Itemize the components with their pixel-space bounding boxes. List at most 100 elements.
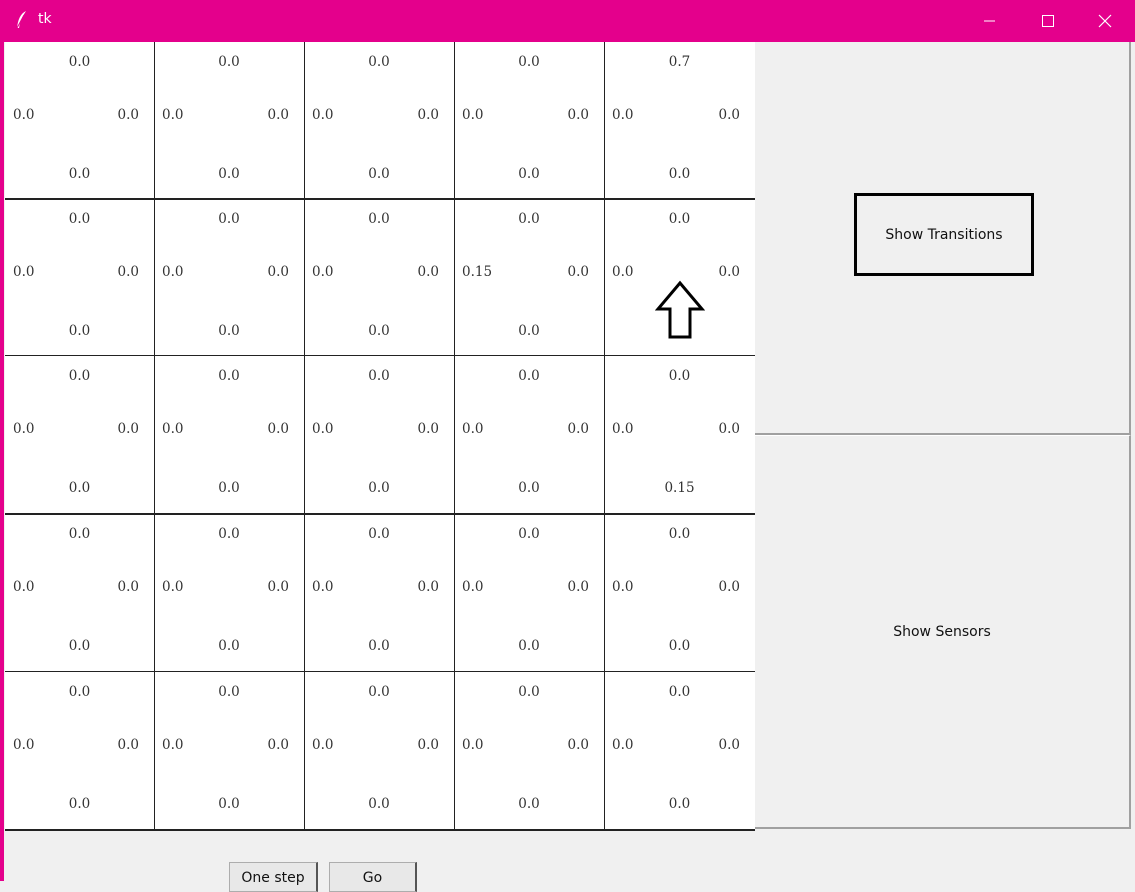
prob-right: 0.0	[718, 421, 740, 437]
prob-right: 0.0	[567, 264, 589, 280]
prob-left: 0.0	[13, 421, 35, 437]
prob-top: 0.0	[68, 211, 91, 227]
prob-top: 0.0	[218, 368, 240, 384]
close-icon	[1098, 14, 1112, 28]
maximize-icon	[1042, 15, 1054, 27]
prob-bottom: 0.15	[664, 480, 695, 496]
control-panel: Show Transitions Show Sensors	[755, 42, 1135, 830]
prob-left: 0.15	[462, 264, 493, 280]
grid-cell: 0.0 0.0 0.0 0.0	[454, 672, 604, 830]
feather-icon	[16, 11, 26, 29]
show-sensors-button[interactable]: Show Sensors	[755, 436, 1129, 827]
prob-left: 0.0	[312, 264, 334, 280]
one-step-button[interactable]: One step	[229, 862, 318, 892]
prob-right: 0.0	[117, 264, 139, 280]
prob-top: 0.0	[218, 54, 240, 70]
maximize-button[interactable]	[1018, 0, 1076, 42]
prob-top: 0.0	[218, 526, 240, 542]
prob-left: 0.0	[612, 264, 634, 280]
prob-right: 0.0	[417, 264, 439, 280]
prob-top: 0.0	[218, 211, 240, 227]
probability-grid: 0.0 0.0 0.0 0.0 0.0 0.0 0.0 0.0 0.0 0.0 0.0 0.0 0.0 0…	[5, 42, 755, 831]
prob-left: 0.0	[162, 579, 184, 595]
prob-top: 0.0	[218, 684, 240, 700]
window-title: tk	[38, 11, 52, 27]
prob-right: 0.0	[718, 107, 740, 123]
prob-right: 0.0	[417, 579, 439, 595]
grid-cell: 0.0 0.0 0.0 0.0	[5, 672, 154, 830]
prob-left: 0.0	[612, 737, 634, 753]
prob-left: 0.0	[13, 579, 35, 595]
grid-cell: 0.0 0.15 0.0 0.0	[454, 199, 604, 356]
grid-cell: 0.7 0.0 0.0 0.0	[604, 42, 755, 199]
prob-right: 0.0	[267, 264, 289, 280]
prob-right: 0.0	[267, 579, 289, 595]
prob-bottom: 0.0	[68, 638, 91, 654]
prob-right: 0.0	[417, 107, 439, 123]
prob-left: 0.0	[13, 737, 35, 753]
grid-cell: 0.0 0.0 0.0 0.0	[454, 356, 604, 514]
prob-top: 0.0	[368, 211, 390, 227]
grid-hline	[5, 198, 755, 200]
prob-left: 0.0	[612, 579, 634, 595]
prob-bottom: 0.0	[68, 796, 91, 812]
grid-cell: 0.0 0.0 0.0 0.0	[604, 514, 755, 672]
prob-top: 0.0	[68, 684, 91, 700]
prob-right: 0.0	[417, 421, 439, 437]
prob-left: 0.0	[462, 107, 484, 123]
prob-right: 0.0	[267, 421, 289, 437]
prob-top: 0.0	[518, 526, 540, 542]
prob-bottom: 0.0	[518, 638, 540, 654]
grid-cell: 0.0 0.0 0.0 0.0	[304, 672, 454, 830]
prob-bottom: 0.0	[668, 166, 691, 182]
show-transitions-button[interactable]: Show Transitions	[854, 193, 1034, 276]
prob-top: 0.0	[518, 368, 540, 384]
prob-bottom: 0.0	[218, 166, 240, 182]
prob-bottom: 0.0	[218, 323, 240, 339]
grid-cell: 0.0 0.0 0.0 0.0	[454, 42, 604, 199]
grid-hline	[5, 829, 755, 831]
close-button[interactable]	[1076, 0, 1134, 42]
prob-right: 0.0	[567, 421, 589, 437]
minimize-button[interactable]	[960, 0, 1018, 42]
grid-hline	[5, 513, 755, 515]
grid-vline	[154, 42, 155, 830]
grid-vline	[604, 42, 605, 830]
prob-right: 0.0	[267, 737, 289, 753]
prob-left: 0.0	[162, 264, 184, 280]
grid-cell: 0.0 0.0 0.0 0.0	[604, 672, 755, 830]
prob-top: 0.0	[368, 54, 390, 70]
prob-bottom: 0.0	[368, 638, 390, 654]
grid-cell: 0.0 0.0 0.0 0.0	[304, 42, 454, 199]
prob-left: 0.0	[162, 737, 184, 753]
prob-right: 0.0	[417, 737, 439, 753]
grid-cell: 0.0 0.0 0.0 0.0	[454, 514, 604, 672]
prob-left: 0.0	[612, 421, 634, 437]
minimize-icon	[984, 20, 995, 22]
prob-right: 0.0	[117, 107, 139, 123]
grid-cell: 0.0 0.0 0.0 0.0	[154, 356, 304, 514]
prob-right: 0.0	[718, 737, 740, 753]
prob-top: 0.0	[68, 368, 91, 384]
grid-hline	[5, 671, 755, 672]
go-button[interactable]: Go	[329, 862, 417, 892]
grid-cell: 0.0 0.0 0.0 0.0	[154, 672, 304, 830]
prob-top: 0.0	[368, 526, 390, 542]
grid-cell: 0.0 0.0 0.0 0.15	[604, 356, 755, 514]
prob-right: 0.0	[267, 107, 289, 123]
prob-top: 0.0	[668, 368, 691, 384]
prob-right: 0.0	[567, 737, 589, 753]
grid-cell: 0.0 0.0 0.0 0.0	[304, 356, 454, 514]
prob-top: 0.0	[668, 526, 691, 542]
prob-bottom: 0.0	[218, 796, 240, 812]
prob-bottom: 0.0	[218, 480, 240, 496]
prob-left: 0.0	[312, 579, 334, 595]
prob-left: 0.0	[162, 421, 184, 437]
prob-top: 0.0	[518, 54, 540, 70]
grid-cell: 0.0 0.0 0.0 0.0	[304, 514, 454, 672]
prob-left: 0.0	[162, 107, 184, 123]
prob-bottom: 0.0	[518, 796, 540, 812]
grid-cell: 0.0 0.0 0.0 0.0	[154, 514, 304, 672]
sensors-area: Show Sensors	[755, 435, 1131, 829]
prob-top: 0.0	[368, 368, 390, 384]
